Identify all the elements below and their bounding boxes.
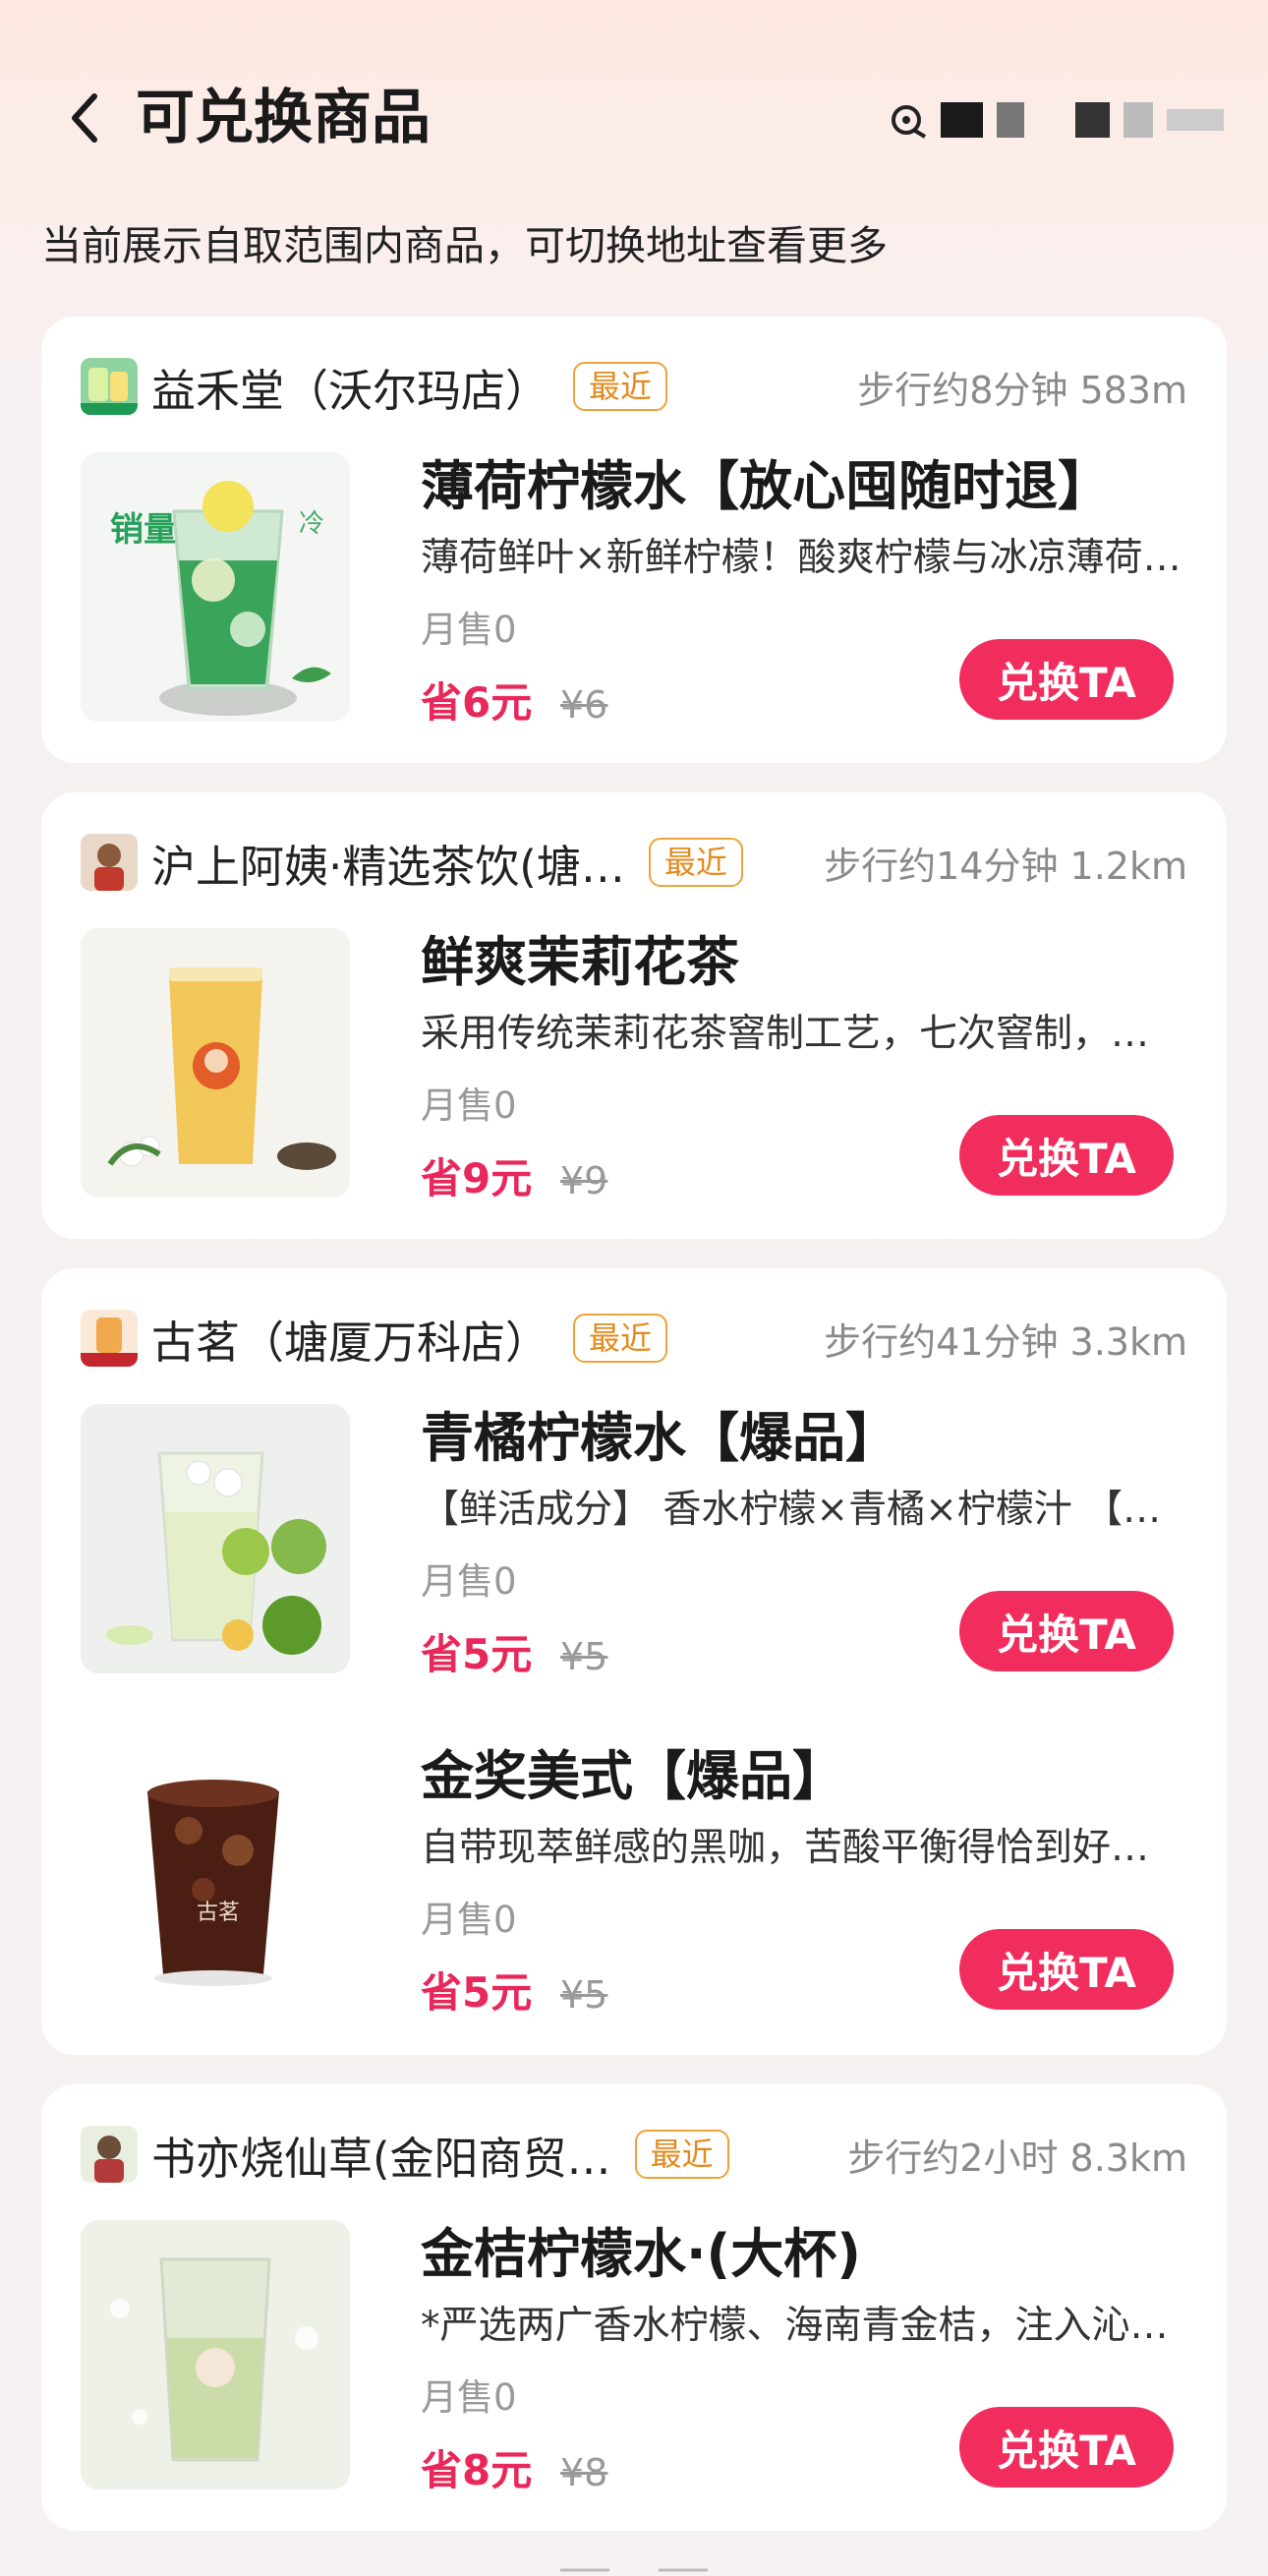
- store-logo: [81, 834, 138, 891]
- original-price: ¥5: [560, 1973, 608, 2017]
- exchange-button[interactable]: 兑换TA: [959, 1929, 1174, 2010]
- store-distance: 步行约8分钟 583m: [857, 368, 1187, 412]
- store-logo: [81, 2126, 138, 2183]
- store-name: 书亦烧仙草(金阳商贸…: [151, 2132, 611, 2185]
- original-price: ¥5: [560, 1635, 608, 1678]
- product-description: 【鲜活成分】 香水柠檬×青橘×柠檬汁 【鲜…: [421, 1488, 1197, 1532]
- product-description: *严选两广香水柠檬、海南青金桔，注入沁…: [421, 2304, 1169, 2348]
- exchange-button[interactable]: 兑换TA: [959, 2407, 1174, 2488]
- save-amount: 省8元: [421, 2446, 533, 2494]
- obscured-address: [1075, 102, 1111, 138]
- store-name: 益禾堂（沃尔玛店）: [151, 364, 550, 417]
- page-title: 可兑换商品: [136, 84, 431, 152]
- store-header[interactable]: 书亦烧仙草(金阳商贸… 最近 步行约2小时 8.3km: [81, 2122, 1187, 2187]
- store-name: 沪上阿姨·精选茶饮(塘…: [151, 840, 625, 893]
- original-price: ¥9: [560, 1159, 608, 1202]
- product-item[interactable]: 鲜爽茉莉花茶 采用传统茉莉花茶窨制工艺，七次窨制，… 月售0 省9元 ¥9 兑换…: [81, 928, 1187, 1203]
- store-card: 古茗（塘厦万科店） 最近 步行约41分钟 3.3km 青橘柠檬水【爆品】 【鲜活…: [41, 1268, 1227, 2055]
- product-item[interactable]: 销量过亿 冷 薄荷柠檬水【放心囤随时退】 薄荷鲜叶×新鲜柠檬！酸爽柠檬与冰凉薄荷…: [81, 452, 1187, 728]
- store-card: 沪上阿姨·精选茶饮(塘… 最近 步行约14分钟 1.2km 鲜爽茉莉花茶 采用传…: [41, 792, 1227, 1239]
- product-image: 古茗: [81, 1742, 350, 2012]
- store-logo: [81, 358, 138, 415]
- original-price: ¥6: [560, 683, 608, 727]
- product-image: [81, 1404, 350, 1673]
- location-icon: [890, 99, 927, 141]
- store-distance: 步行约41分钟 3.3km: [824, 1319, 1187, 1364]
- obscured-address: [1124, 102, 1153, 138]
- store-distance: 步行约2小时 8.3km: [847, 2136, 1187, 2180]
- store-card: 书亦烧仙草(金阳商贸… 最近 步行约2小时 8.3km 金桔柠檬水·(大杯) *…: [41, 2084, 1227, 2531]
- product-item[interactable]: 古茗 金奖美式【爆品】 自带现萃鲜感的黑咖，苦酸平衡得恰到好… 月售0 省5元 …: [81, 1742, 1187, 2018]
- monthly-sales: 月售0: [421, 609, 517, 651]
- store-logo: [81, 1310, 138, 1367]
- store-card: 益禾堂（沃尔玛店） 最近 步行约8分钟 583m 销量过亿 冷 薄荷柠檬水【放心…: [41, 317, 1227, 763]
- recent-badge: 最近: [573, 362, 668, 411]
- product-name: 薄荷柠檬水【放心囤随时退】: [421, 455, 1111, 517]
- exchange-button[interactable]: 兑换TA: [959, 639, 1174, 720]
- product-name: 金桔柠檬水·(大杯): [421, 2223, 861, 2285]
- header: 可兑换商品: [0, 0, 1268, 197]
- monthly-sales: 月售0: [421, 1560, 517, 1603]
- product-image: [81, 2220, 350, 2489]
- obscured-address: [1166, 109, 1224, 131]
- original-price: ¥8: [560, 2451, 608, 2494]
- recent-badge: 最近: [634, 2130, 729, 2179]
- save-amount: 省5元: [421, 1968, 533, 2017]
- save-amount: 省9元: [421, 1154, 533, 1202]
- monthly-sales: 月售0: [421, 1899, 517, 1941]
- temperature-tag: 冷: [299, 509, 325, 539]
- store-name: 古茗（塘厦万科店）: [151, 1316, 550, 1369]
- store-distance: 步行约14分钟 1.2km: [824, 844, 1187, 888]
- save-amount: 省6元: [421, 678, 533, 727]
- store-header[interactable]: 古茗（塘厦万科店） 最近 步行约41分钟 3.3km: [81, 1306, 1187, 1371]
- loading-indicator: [550, 2552, 718, 2572]
- product-item[interactable]: 金桔柠檬水·(大杯) *严选两广香水柠檬、海南青金桔，注入沁… 月售0 省8元 …: [81, 2220, 1187, 2495]
- monthly-sales: 月售0: [421, 2376, 517, 2419]
- obscured-address: [997, 102, 1025, 138]
- product-description: 自带现萃鲜感的黑咖，苦酸平衡得恰到好…: [421, 1826, 1150, 1870]
- exchange-button[interactable]: 兑换TA: [959, 1115, 1174, 1196]
- store-header[interactable]: 益禾堂（沃尔玛店） 最近 步行约8分钟 583m: [81, 354, 1187, 419]
- chevron-left-icon: [72, 93, 97, 143]
- obscured-address: [941, 102, 984, 138]
- recent-badge: 最近: [573, 1314, 668, 1363]
- location-selector[interactable]: [890, 96, 1224, 144]
- product-image: 销量过亿: [81, 452, 350, 722]
- product-name: 金奖美式【爆品】: [421, 1745, 845, 1807]
- cup-logo: 古茗: [197, 1901, 240, 1925]
- product-name: 青橘柠檬水【爆品】: [421, 1407, 898, 1469]
- back-button[interactable]: [59, 87, 108, 149]
- product-image: [81, 928, 350, 1198]
- product-item[interactable]: 青橘柠檬水【爆品】 【鲜活成分】 香水柠檬×青橘×柠檬汁 【鲜… 月售0 省5元…: [81, 1404, 1197, 1679]
- product-description: 采用传统茉莉花茶窨制工艺，七次窨制，…: [421, 1012, 1150, 1056]
- scope-hint: 当前展示自取范围内商品，可切换地址查看更多: [41, 222, 888, 269]
- product-description: 薄荷鲜叶×新鲜柠檬！酸爽柠檬与冰凉薄荷…: [421, 536, 1182, 580]
- recent-badge: 最近: [648, 838, 743, 887]
- monthly-sales: 月售0: [421, 1084, 517, 1127]
- store-header[interactable]: 沪上阿姨·精选茶饮(塘… 最近 步行约14分钟 1.2km: [81, 830, 1187, 895]
- exchange-button[interactable]: 兑换TA: [959, 1591, 1174, 1671]
- save-amount: 省5元: [421, 1630, 533, 1678]
- product-name: 鲜爽茉莉花茶: [421, 931, 739, 993]
